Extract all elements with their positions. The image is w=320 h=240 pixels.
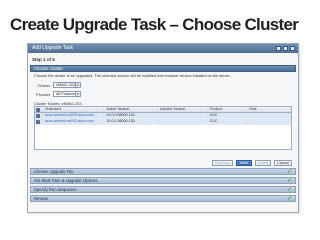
section-label: Choose Cluster [34,66,63,71]
previous-button[interactable]: Previous [212,160,234,166]
close-icon[interactable] [290,46,295,51]
chevron-down-icon[interactable]: ▾ [75,92,80,96]
product-label: Product [36,91,50,97]
add-upgrade-task-dialog: Add Upgrade Task Step 1 of 5 Choose Clus… [27,43,299,213]
hostname-cell[interactable]: ucbu-aricent-vm202.cisco.com [43,119,105,124]
cluster-field: Cluster vM062-203 ▾ [34,82,81,88]
slide-title: Create Upgrade Task – Choose Cluster [10,15,299,34]
table-row[interactable]: ucbu-aricent-vm202.cisco.com 10.0.0.9800… [35,119,291,125]
select-all-checkbox[interactable] [36,107,41,112]
wizard-buttons: Previous Next Finish Cancel [212,160,292,166]
next-button[interactable]: Next [236,160,253,166]
checkmark-icon: ✓ [286,178,292,184]
section-set-start-time[interactable]: Set Start Time & Upgrade Options ✓ [30,177,296,184]
dialog-titlebar: Add Upgrade Task [28,44,298,53]
section-label: Specify Run Sequence [34,187,77,192]
finish-button[interactable]: Finish [255,160,272,166]
dialog-title: Add Upgrade Task [32,45,74,51]
product-select-value: All Products [56,92,77,96]
product-cell: CUC [208,119,248,124]
select-all-cell[interactable] [35,107,43,112]
column-header-hostname[interactable]: Hostname [43,107,105,112]
cluster-nodes-table: Hostname Active Version Inactive Version… [34,106,292,150]
window-controls [276,46,295,51]
checkmark-icon: ✓ [286,196,292,202]
column-header-product[interactable]: Product [208,107,248,112]
description-text: Choose the cluster to be upgraded. The s… [34,74,231,78]
minimize-icon[interactable] [276,46,281,51]
product-field: Product All Products ▾ [34,91,81,97]
column-header-inactive-version[interactable]: Inactive Version [158,107,208,112]
section-choose-cluster[interactable]: Choose Cluster [30,65,296,72]
role-cell [247,119,291,124]
role-cell [247,113,291,118]
row-select-cell[interactable] [35,113,43,118]
chevron-down-icon[interactable]: ▾ [75,83,80,87]
maximize-icon[interactable] [283,46,288,51]
product-cell: CUC [208,113,248,118]
product-select[interactable]: All Products ▾ [53,91,81,97]
section-review[interactable]: Review ✓ [30,195,296,202]
section-label: Choose Upgrade File [34,169,74,174]
cluster-select-value: vM062-203 [56,83,75,87]
cluster-label: Cluster [37,82,50,88]
row-checkbox[interactable] [36,113,41,118]
row-select-cell[interactable] [35,119,43,124]
section-label: Review [34,196,48,201]
inactive-version-cell [158,113,208,118]
column-header-active-version[interactable]: Active Version [104,107,159,112]
section-label: Set Start Time & Upgrade Options [34,178,98,183]
hostname-cell[interactable]: ucbu-aricent-vm203.cisco.com [43,113,105,118]
row-checkbox[interactable] [36,119,41,124]
section-specify-run-sequence[interactable]: Specify Run Sequence ✓ [30,186,296,193]
section-choose-upgrade-file[interactable]: Choose Upgrade File ✓ [30,168,296,175]
active-version-cell: 10.0.0.98000-130 [104,119,159,124]
cancel-button[interactable]: Cancel [274,160,292,166]
checkmark-icon: ✓ [286,187,292,193]
active-version-cell: 10.0.0.98000-130 [104,113,159,118]
step-indicator: Step 1 of 5 [32,57,55,62]
column-header-role[interactable]: Role [247,107,291,112]
cluster-select[interactable]: vM062-203 ▾ [53,82,81,88]
checkmark-icon: ✓ [286,169,292,175]
inactive-version-cell [158,119,208,124]
